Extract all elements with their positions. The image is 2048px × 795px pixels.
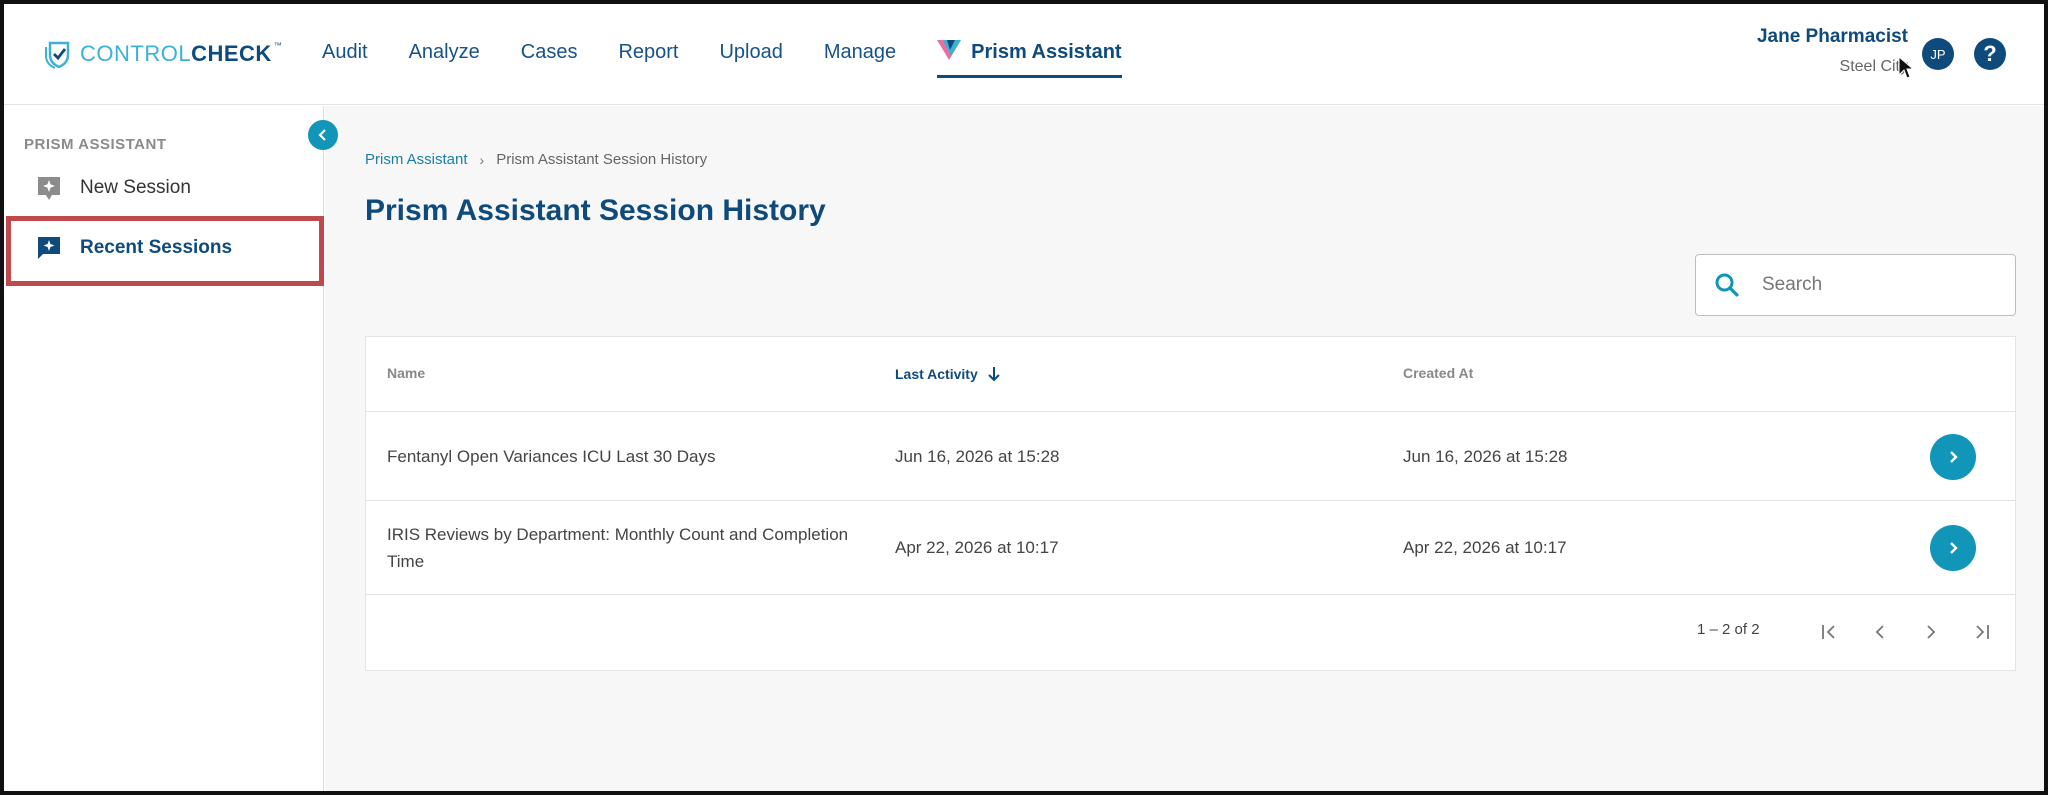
sidebar-item-label: Recent Sessions: [80, 237, 233, 258]
last-page-button[interactable]: [1970, 620, 1994, 644]
cell-created-at: Apr 22, 2026 at 10:17: [1403, 538, 1567, 557]
open-session-button[interactable]: [1930, 525, 1976, 571]
controlcheck-logo[interactable]: CONTROLCHECK ™: [44, 38, 282, 70]
nav-report[interactable]: Report: [618, 0, 678, 105]
main-content: Prism Assistant › Prism Assistant Sessio…: [325, 106, 2048, 795]
pagination: 1 – 2 of 2: [366, 595, 2015, 672]
avatar[interactable]: JP: [1922, 38, 1954, 70]
open-session-button[interactable]: [1930, 434, 1976, 480]
collapse-sidebar-button[interactable]: [308, 120, 338, 150]
chevron-right-icon: [1927, 625, 1936, 639]
search-input[interactable]: [1762, 274, 1982, 296]
column-header-label: Last Activity: [895, 366, 978, 382]
breadcrumb-link[interactable]: Prism Assistant: [365, 151, 468, 168]
breadcrumb-current: Prism Assistant Session History: [496, 151, 708, 168]
user-site: Steel City: [1839, 58, 1908, 75]
nav-prism-assistant[interactable]: Prism Assistant: [937, 0, 1123, 105]
nav-cases[interactable]: Cases: [521, 0, 578, 105]
logo-text: CONTROLCHECK ™: [80, 41, 283, 66]
nav-audit[interactable]: Audit: [322, 0, 368, 105]
sidebar: PRISM ASSISTANT New Session Recent Sessi…: [0, 106, 324, 795]
table-header: Name Last Activity Created At: [366, 337, 2015, 412]
chevron-right-icon: [1950, 451, 1958, 463]
help-icon[interactable]: ?: [1974, 38, 2006, 70]
breadcrumb: Prism Assistant › Prism Assistant Sessio…: [365, 151, 707, 168]
prism-icon: [937, 39, 962, 60]
sidebar-item-label: New Session: [80, 177, 191, 198]
table-row[interactable]: Fentanyl Open Variances ICU Last 30 Days…: [366, 413, 2015, 501]
search-box[interactable]: [1695, 254, 2016, 316]
shield-check-icon: [45, 41, 70, 69]
arrow-down-icon: [988, 367, 1000, 382]
sidebar-item-recent-sessions[interactable]: Recent Sessions: [6, 216, 324, 280]
first-page-icon: [1822, 625, 1835, 639]
column-header-created-at[interactable]: Created At: [1403, 365, 1473, 381]
main-nav: Audit Analyze Cases Report Upload Manage…: [322, 0, 1163, 105]
cell-created-at: Jun 16, 2026 at 15:28: [1403, 447, 1568, 466]
previous-page-button[interactable]: [1868, 620, 1892, 644]
first-page-button[interactable]: [1817, 620, 1841, 644]
pagination-range: 1 – 2 of 2: [1697, 621, 1760, 638]
cell-name: IRIS Reviews by Department: Monthly Coun…: [387, 525, 849, 571]
chevron-left-icon: [1875, 625, 1884, 639]
user-name: Jane Pharmacist: [1756, 26, 1908, 47]
chevron-left-icon: [318, 129, 326, 141]
last-page-icon: [1976, 625, 1989, 639]
top-header: CONTROLCHECK ™ Audit Analyze Cases Report…: [0, 0, 2048, 105]
search-icon: [1715, 273, 1739, 297]
next-page-button[interactable]: [1919, 620, 1943, 644]
sidebar-heading: PRISM ASSISTANT: [24, 136, 167, 153]
cell-last-activity: Apr 22, 2026 at 10:17: [895, 538, 1059, 557]
cell-name: Fentanyl Open Variances ICU Last 30 Days: [387, 447, 716, 466]
mouse-pointer-icon: [1898, 56, 1914, 79]
column-header-name[interactable]: Name: [387, 365, 425, 381]
nav-analyze[interactable]: Analyze: [409, 0, 480, 105]
nav-prism-assistant-label: Prism Assistant: [971, 41, 1122, 63]
chevron-right-icon: ›: [479, 151, 485, 168]
sessions-table: Name Last Activity Created At Fentanyl O…: [365, 336, 2016, 671]
column-header-last-activity[interactable]: Last Activity: [895, 365, 1002, 383]
chevron-right-icon: [1950, 542, 1958, 554]
chat-sparkle-icon: [38, 177, 60, 200]
cell-last-activity: Jun 16, 2026 at 15:28: [895, 447, 1060, 466]
nav-manage[interactable]: Manage: [824, 0, 896, 105]
user-info[interactable]: Jane Pharmacist Steel City: [1757, 26, 1908, 76]
sidebar-item-new-session[interactable]: New Session: [6, 156, 324, 220]
table-row[interactable]: IRIS Reviews by Department: Monthly Coun…: [366, 501, 2015, 595]
nav-upload[interactable]: Upload: [719, 0, 782, 105]
page-title: Prism Assistant Session History: [365, 194, 826, 227]
chat-sparkle-icon: [38, 237, 60, 259]
